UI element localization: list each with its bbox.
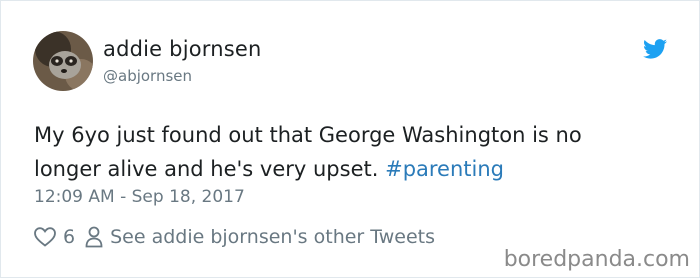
heart-icon[interactable] bbox=[34, 227, 56, 247]
raccoon-avatar-image bbox=[33, 31, 93, 91]
tweet-timestamp[interactable]: 12:09 AM - Sep 18, 2017 bbox=[34, 187, 245, 207]
other-tweets-link[interactable]: See addie bjornsen's other Tweets bbox=[110, 226, 435, 248]
like-count: 6 bbox=[63, 226, 76, 248]
author-display-name[interactable]: addie bjornsen bbox=[103, 37, 262, 61]
tweet-text: My 6yo just found out that George Washin… bbox=[34, 118, 654, 186]
tweet-text-line2: longer alive and he's very upset. bbox=[34, 157, 386, 181]
tweet-actions: 6 See addie bjornsen's other Tweets bbox=[34, 224, 435, 250]
boredpanda-watermark: boredpanda.com bbox=[503, 247, 690, 272]
author-handle[interactable]: @abjornsen bbox=[103, 67, 192, 85]
twitter-bird-icon[interactable] bbox=[643, 39, 667, 59]
hashtag-link[interactable]: #parenting bbox=[385, 157, 504, 181]
tweet-text-line1: My 6yo just found out that George Washin… bbox=[34, 123, 582, 147]
tweet-card: addie bjornsen @abjornsen My 6yo just fo… bbox=[0, 0, 700, 278]
person-icon[interactable] bbox=[85, 226, 103, 248]
avatar[interactable] bbox=[33, 31, 93, 91]
